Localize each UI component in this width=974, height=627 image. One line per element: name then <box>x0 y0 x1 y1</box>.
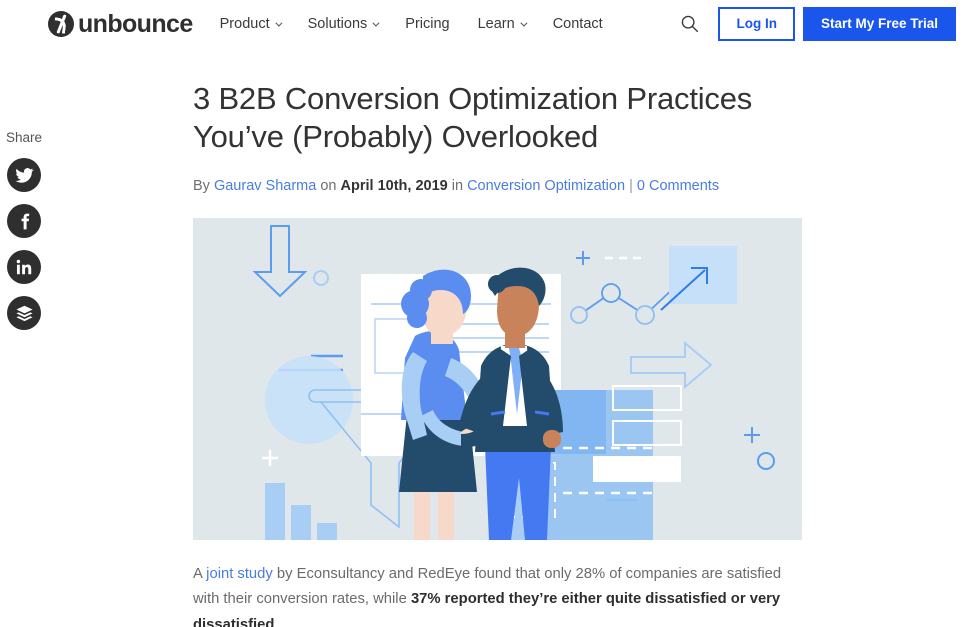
article-paragraph: A joint study by Econsultancy and RedEye… <box>193 562 803 627</box>
byline-author-link[interactable]: Gaurav Sharma <box>214 178 316 194</box>
byline-in: in <box>451 177 464 194</box>
main-nav: Product Solutions Pricing Learn Contact <box>220 16 631 32</box>
hero-image <box>193 217 802 540</box>
blog-article-page: unbounce Product Solutions Pricing Learn… <box>0 0 974 627</box>
linkedin-icon <box>16 259 31 274</box>
nav-item-pricing[interactable]: Pricing <box>405 16 449 32</box>
byline: By Gaurav Sharma on April 10th, 2019 in … <box>193 178 803 194</box>
unbounce-logo[interactable]: unbounce <box>48 11 193 37</box>
logo-wordmark: unbounce <box>78 9 193 38</box>
chevron-down-icon <box>520 19 528 27</box>
b2b-handshake-illustration-svg <box>193 217 802 540</box>
twitter-icon <box>15 167 34 183</box>
share-label: Share <box>5 130 43 145</box>
share-rail: Share <box>0 130 48 342</box>
nav-item-pricing-label: Pricing <box>405 16 450 32</box>
start-free-trial-button[interactable]: Start My Free Trial <box>802 7 956 41</box>
nav-item-contact-label: Contact <box>552 16 603 32</box>
share-buffer-button[interactable] <box>7 296 41 330</box>
nav-item-contact[interactable]: Contact <box>553 16 603 32</box>
nav-item-solutions-label: Solutions <box>307 16 368 32</box>
share-twitter-button[interactable] <box>7 158 41 192</box>
chevron-down-icon <box>275 19 283 27</box>
byline-comments-link[interactable]: 0 Comments <box>637 178 719 194</box>
byline-by: By <box>193 177 210 194</box>
search-icon[interactable] <box>679 13 701 35</box>
share-linkedin-button[interactable] <box>7 250 41 284</box>
byline-on: on <box>320 177 337 194</box>
byline-category-link[interactable]: Conversion Optimization <box>467 178 625 194</box>
site-header: unbounce Product Solutions Pricing Learn… <box>0 0 974 48</box>
header-actions: Log In Start My Free Trial <box>679 0 956 48</box>
nav-item-learn-label: Learn <box>477 16 515 32</box>
article-body: 3 B2B Conversion Optimization Practices … <box>193 80 803 627</box>
nav-item-product[interactable]: Product <box>219 16 283 32</box>
page-title: 3 B2B Conversion Optimization Practices … <box>193 81 753 154</box>
unbounce-circle-slash-logo-icon <box>48 11 74 37</box>
facebook-icon <box>21 213 29 229</box>
buffer-icon <box>15 305 33 321</box>
share-facebook-button[interactable] <box>7 204 41 238</box>
nav-item-product-label: Product <box>219 16 270 32</box>
joint-study-link[interactable]: joint study <box>206 566 273 582</box>
byline-divider: | <box>629 177 633 194</box>
paragraph-text-3: . <box>274 616 279 627</box>
login-button[interactable]: Log In <box>718 7 795 41</box>
byline-date: April 10th, 2019 <box>340 177 448 194</box>
nav-item-learn[interactable]: Learn <box>477 16 528 32</box>
paragraph-text-1: A <box>193 565 207 582</box>
chevron-down-icon <box>372 19 380 27</box>
nav-item-solutions[interactable]: Solutions <box>307 16 380 32</box>
